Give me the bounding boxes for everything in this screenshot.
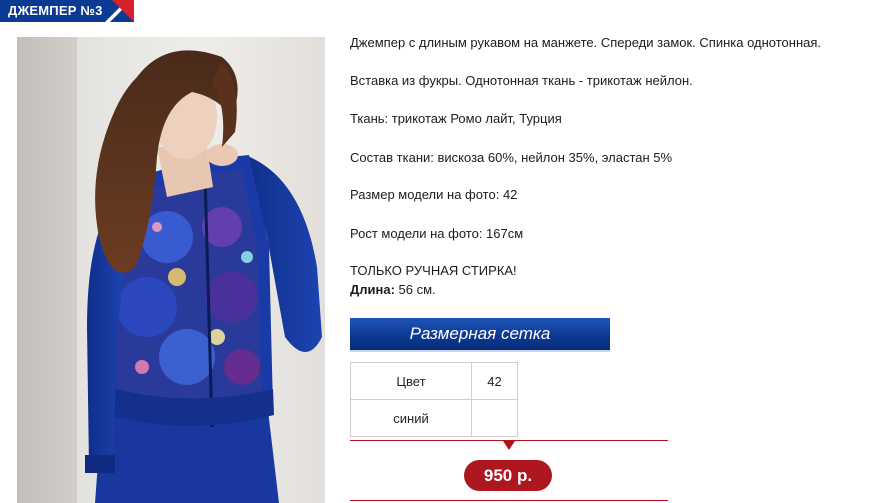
length-line: Длина: 56 см.	[350, 282, 436, 297]
table-cell	[471, 399, 518, 437]
table-row: синий	[350, 399, 518, 437]
fabric-line: Ткань: трикотаж Ромо лайт, Турция	[350, 111, 562, 126]
model-illustration	[17, 37, 322, 503]
title-corner-decoration	[112, 0, 134, 22]
size-chart-button[interactable]: Размерная сетка	[350, 318, 610, 352]
table-cell: синий	[350, 399, 472, 437]
bottom-divider	[350, 500, 668, 501]
model-size-line: Размер модели на фото: 42	[350, 187, 518, 202]
model-height-line: Рост модели на фото: 167см	[350, 226, 524, 241]
table-cell: 42	[471, 362, 518, 400]
product-title-tab: ДЖЕМПЕР №3	[0, 0, 134, 22]
composition-line: Состав ткани: вискоза 60%, нейлон 35%, э…	[350, 150, 673, 165]
length-label: Длина:	[350, 282, 395, 297]
length-value: 56 см.	[394, 282, 436, 297]
size-table: Цвет 42 синий	[350, 362, 518, 437]
table-row: Цвет 42	[350, 362, 518, 400]
description-line-1: Джемпер с длиным рукавом на манжете. Спе…	[350, 35, 822, 50]
description-line-2: Вставка из фукры. Однотонная ткань - три…	[350, 73, 693, 88]
care-line: ТОЛЬКО РУЧНАЯ СТИРКА!	[350, 263, 517, 278]
price-badge: 950 р.	[464, 460, 552, 491]
price-pointer-icon	[503, 441, 515, 450]
product-photo[interactable]	[17, 37, 325, 503]
page-title: ДЖЕМПЕР №3	[8, 3, 103, 18]
table-cell: Цвет	[350, 362, 472, 400]
